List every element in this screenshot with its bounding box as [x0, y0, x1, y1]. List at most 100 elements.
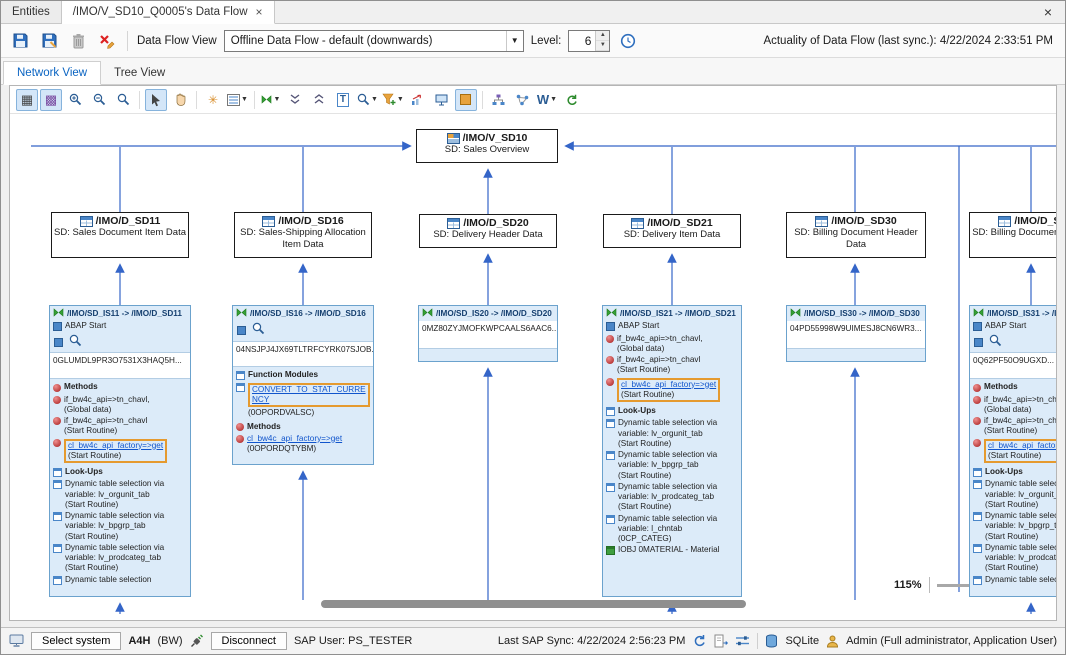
data-node[interactable]: /IMO/D_SD16SD: Sales-Shipping Allocation… [234, 212, 372, 258]
select-tool-icon[interactable] [145, 89, 167, 111]
data-node[interactable]: /IMO/D_SD31SD: Billing Document Item Dat… [969, 212, 1056, 258]
snap-grid-icon[interactable]: ▩ [40, 89, 62, 111]
card-header: /IMO/SD_IS20 -> /IMO/D_SD20 [419, 306, 557, 321]
data-node[interactable]: /IMO/D_SD20SD: Delivery Header Data [419, 214, 557, 248]
highlight-icon[interactable] [455, 89, 477, 111]
text-mode-icon[interactable]: T [332, 89, 354, 111]
tab-close-icon[interactable]: × [256, 6, 263, 18]
data-node[interactable]: /IMO/D_SD21SD: Delivery Item Data [603, 214, 741, 248]
card-body: Methodsif_bw4c_api=>tn_chavl,(Global dat… [50, 379, 190, 596]
refresh-icon[interactable] [560, 89, 582, 111]
hierarchy-view-icon[interactable] [488, 89, 510, 111]
window-close-icon[interactable]: × [1031, 1, 1065, 23]
card-hash: 0MZ80ZYJMOFKWPCAALS6AAC6... [419, 321, 557, 349]
chevron-down-icon[interactable]: ▼ [371, 96, 378, 103]
pan-tool-icon[interactable] [169, 89, 191, 111]
chevron-down-icon[interactable]: ▼ [397, 96, 404, 103]
transformation-card[interactable]: /IMO/SD_IS20 -> /IMO/D_SD200MZ80ZYJMOFKW… [418, 305, 558, 362]
chevron-down-icon[interactable]: ▼ [273, 96, 280, 103]
method-icon [53, 439, 61, 447]
delete-icon[interactable] [67, 30, 89, 52]
transformation-icon [973, 308, 984, 320]
card-item: if_bw4c_api=>tn_chavl,(Global data) [50, 394, 190, 416]
tab-tree-view[interactable]: Tree View [101, 62, 178, 84]
card-hash: 04PD55998W9UIMESJ8CN6WR3... [787, 321, 925, 349]
flow-direction-icon[interactable]: ▼ [260, 89, 282, 111]
settings-sliders-icon[interactable] [735, 635, 750, 647]
transformation-card[interactable]: /IMO/SD_IS16 -> /IMO/D_SD1604NSJPJ4JX69T… [232, 305, 374, 465]
zoom-out-icon[interactable] [88, 89, 110, 111]
impact-analysis-icon[interactable] [407, 89, 429, 111]
data-node[interactable]: /IMO/D_SD11SD: Sales Document Item Data [51, 212, 189, 258]
word-export-icon[interactable]: W▼ [536, 89, 558, 111]
filter-icon[interactable]: ▼ [381, 89, 405, 111]
chevron-down-icon[interactable]: ▼ [550, 96, 557, 103]
save-as-icon[interactable] [38, 30, 60, 52]
horizontal-scrollbar[interactable] [321, 600, 746, 608]
abap-routine-icon[interactable] [974, 338, 983, 347]
code-link[interactable]: CONVERT_TO_STAT_CURRENCY [252, 385, 366, 406]
presentation-icon[interactable] [431, 89, 453, 111]
spin-up-icon[interactable]: ▲ [596, 31, 609, 41]
magnifier-icon[interactable] [989, 334, 1002, 350]
method-icon [973, 384, 981, 392]
card-header: /IMO/SD_IS31 -> /IMO/D_SD31 [970, 306, 1056, 321]
grid-icon[interactable]: ▦ [16, 89, 38, 111]
tab-network-view[interactable]: Network View [3, 61, 101, 85]
tab-entities[interactable]: Entities [1, 1, 62, 23]
disconnect-button[interactable]: Disconnect [211, 632, 287, 650]
data-node[interactable]: /IMO/D_SD30SD: Billing Document Header D… [786, 212, 926, 258]
code-link[interactable]: cl_bw4c_api_factory=>get [247, 434, 342, 444]
auto-layout-icon[interactable]: ✳ [202, 89, 224, 111]
adso-icon [631, 218, 644, 229]
code-link[interactable]: cl_bw4c_api_factory=>get [621, 380, 716, 390]
data-flow-view-select[interactable]: Offline Data Flow - default (downwards) … [224, 30, 524, 52]
sync-log-icon[interactable] [714, 634, 728, 648]
network-graph-icon[interactable] [512, 89, 534, 111]
save-icon[interactable] [9, 30, 31, 52]
root-node[interactable]: /IMO/V_SD10SD: Sales Overview [416, 129, 558, 163]
abap-routine-icon[interactable] [237, 326, 246, 335]
section-header: Look-Ups [970, 464, 1056, 478]
abap-routine-icon[interactable] [54, 338, 63, 347]
magnifier-icon[interactable] [252, 322, 265, 338]
transformation-card[interactable]: /IMO/SD_IS21 -> /IMO/D_SD21ABAP Startif_… [602, 305, 742, 597]
system-name: A4H [128, 635, 150, 647]
collapse-all-icon[interactable] [284, 89, 306, 111]
node-title: /IMO/D_SD30 [831, 215, 896, 227]
level-stepper[interactable]: 6 ▲▼ [568, 30, 610, 52]
zoom-in-icon[interactable] [64, 89, 86, 111]
card-header: /IMO/SD_IS21 -> /IMO/D_SD21 [603, 306, 741, 321]
magnifier-icon[interactable] [69, 334, 82, 350]
node-title: /IMO/D_SD11 [96, 215, 161, 227]
card-body: Function ModulesCONVERT_TO_STAT_CURRENCY… [233, 367, 373, 465]
current-user-text: Admin (Full administrator, Application U… [846, 635, 1057, 647]
card-item: Dynamic table selection viavariable: lv_… [50, 510, 190, 542]
transformation-card[interactable]: /IMO/SD_IS31 -> /IMO/D_SD31ABAP Start0Q6… [969, 305, 1056, 597]
select-system-button[interactable]: Select system [31, 632, 121, 650]
diagram-canvas[interactable]: 115% /IMO/V_SD10SD: Sales Overview/IMO/D… [10, 114, 1056, 620]
layout-list-icon[interactable]: ▼ [226, 89, 249, 111]
transformation-card[interactable]: /IMO/SD_IS11 -> /IMO/D_SD11ABAP Start0GL… [49, 305, 191, 597]
chevron-down-icon[interactable]: ▼ [241, 96, 248, 103]
chevron-down-icon[interactable]: ▼ [506, 31, 523, 51]
last-sync-text: Last SAP Sync: 4/22/2024 2:56:23 PM [498, 635, 686, 647]
node-desc: SD: Billing Document Header Data [789, 227, 923, 249]
card-item: Dynamic table selection [50, 574, 190, 585]
code-link[interactable]: cl_bw4c_api_factory=>get [68, 441, 163, 451]
sync-refresh-icon[interactable] [692, 634, 707, 648]
code-link[interactable]: cl_bw4c_api_factory=>get [988, 441, 1056, 451]
spin-down-icon[interactable]: ▼ [596, 41, 609, 51]
sync-time-icon[interactable] [617, 30, 639, 52]
system-type: (BW) [157, 635, 182, 647]
tab-dataflow[interactable]: /IMO/V_SD10_Q0005's Data Flow × [62, 1, 275, 24]
main-toolbar: Data Flow View Offline Data Flow - defau… [1, 24, 1065, 58]
expand-all-icon[interactable] [308, 89, 330, 111]
table-icon [53, 512, 62, 521]
discard-changes-icon[interactable] [96, 30, 118, 52]
zoom-select-icon[interactable]: ▼ [356, 89, 379, 111]
card-item: Dynamic table selection viavariable: lv_… [970, 510, 1056, 542]
transformation-card[interactable]: /IMO/SD_IS30 -> /IMO/D_SD3004PD55998W9UI… [786, 305, 926, 362]
zoom-reset-icon[interactable] [112, 89, 134, 111]
toolbar-separator [254, 91, 255, 109]
